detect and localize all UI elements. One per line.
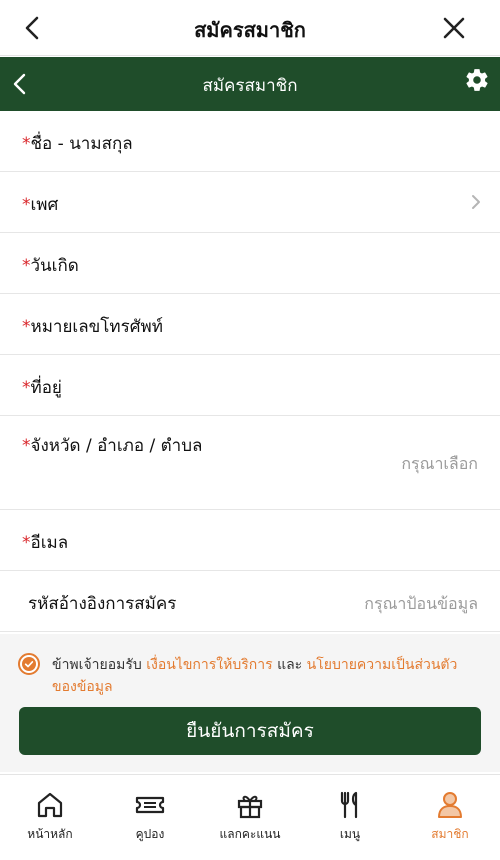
required-mark: *: [22, 256, 31, 276]
field-birthdate[interactable]: *วันเกิด: [0, 233, 500, 294]
field-referral-code[interactable]: รหัสอ้างอิงการสมัคร กรุณาป้อนข้อมูล: [0, 571, 500, 632]
app-header-title: สมัครสมาชิก: [202, 76, 298, 96]
consent-middle: และ: [272, 657, 307, 673]
field-phone[interactable]: *หมายเลขโทรศัพท์: [0, 294, 500, 355]
field-label: *ชื่อ - นามสกุล: [22, 130, 133, 157]
field-label-text: วันเกิด: [30, 256, 79, 276]
required-mark: *: [22, 317, 31, 337]
chevron-right-icon: [472, 195, 480, 209]
field-label-text: ที่อยู่: [30, 378, 62, 398]
input-placeholder: กรุณาป้อนข้อมูล: [364, 594, 478, 613]
required-mark: *: [22, 533, 31, 553]
field-label-text: จังหวัด / อำเภอ / ตำบล: [30, 436, 203, 456]
select-placeholder: กรุณาเลือก: [401, 454, 478, 473]
nav-item-member[interactable]: สมาชิก: [400, 775, 500, 860]
field-label-text: เพศ: [30, 195, 59, 215]
nav-item-menu[interactable]: เมนู: [300, 775, 400, 860]
registration-form: *ชื่อ - นามสกุล *เพศ *วันเกิด *หมายเลขโท…: [0, 111, 500, 632]
top-header: สมัครสมาชิก: [0, 0, 500, 56]
gear-icon[interactable]: [464, 67, 490, 93]
consent-prefix: ข้าพเจ้ายอมรับ: [52, 657, 147, 673]
field-province-district[interactable]: *จังหวัด / อำเภอ / ตำบล กรุณาเลือก: [0, 416, 500, 510]
field-fullname[interactable]: *ชื่อ - นามสกุล: [0, 111, 500, 172]
confirm-register-button[interactable]: ยืนยันการสมัคร: [19, 707, 481, 755]
required-mark: *: [22, 134, 31, 154]
utensils-icon: [340, 791, 358, 819]
nav-label: แลกคะแนน: [219, 827, 281, 841]
field-email[interactable]: *อีเมล: [0, 510, 500, 571]
field-gender[interactable]: *เพศ: [0, 172, 500, 233]
app-header-bar: สมัครสมาชิก: [0, 57, 500, 111]
required-mark: *: [22, 378, 31, 398]
field-label: *ที่อยู่: [22, 374, 62, 401]
nav-item-redeem[interactable]: แลกคะแนน: [200, 775, 300, 860]
consent-text: ข้าพเจ้ายอมรับ เงื่อนไขการให้บริการ และ …: [52, 654, 482, 698]
field-label: *จังหวัด / อำเภอ / ตำบล: [22, 430, 222, 462]
page-title: สมัครสมาชิก: [194, 18, 306, 42]
field-label: *วันเกิด: [22, 252, 79, 279]
field-address[interactable]: *ที่อยู่: [0, 355, 500, 416]
nav-item-coupon[interactable]: คูปอง: [100, 775, 200, 860]
nav-label: หน้าหลัก: [27, 827, 73, 841]
consent-checkbox[interactable]: [18, 653, 40, 675]
nav-label: เมนู: [339, 827, 361, 841]
nav-item-home[interactable]: หน้าหลัก: [0, 775, 100, 860]
ticket-icon: [135, 796, 165, 814]
field-label: *เพศ: [22, 191, 58, 218]
field-label: *อีเมล: [22, 529, 68, 556]
field-label-text: ชื่อ - นามสกุล: [30, 134, 133, 154]
close-icon[interactable]: [438, 12, 470, 44]
checkmark-icon: [22, 657, 36, 671]
terms-link[interactable]: เงื่อนไขการให้บริการ: [146, 657, 272, 673]
nav-label: คูปอง: [135, 827, 165, 841]
field-label-text: อีเมล: [30, 533, 69, 553]
gift-icon: [237, 795, 263, 819]
home-icon: [37, 792, 63, 818]
person-icon: [438, 792, 462, 818]
nav-label: สมาชิก: [431, 827, 469, 841]
required-mark: *: [22, 436, 31, 456]
required-mark: *: [22, 195, 31, 215]
field-label-text: หมายเลขโทรศัพท์: [30, 317, 163, 337]
field-label: *หมายเลขโทรศัพท์: [22, 313, 163, 340]
field-label: รหัสอ้างอิงการสมัคร: [28, 594, 177, 614]
bottom-nav: หน้าหลัก คูปอง แลกคะแนน เมนู สมาชิก: [0, 774, 500, 860]
